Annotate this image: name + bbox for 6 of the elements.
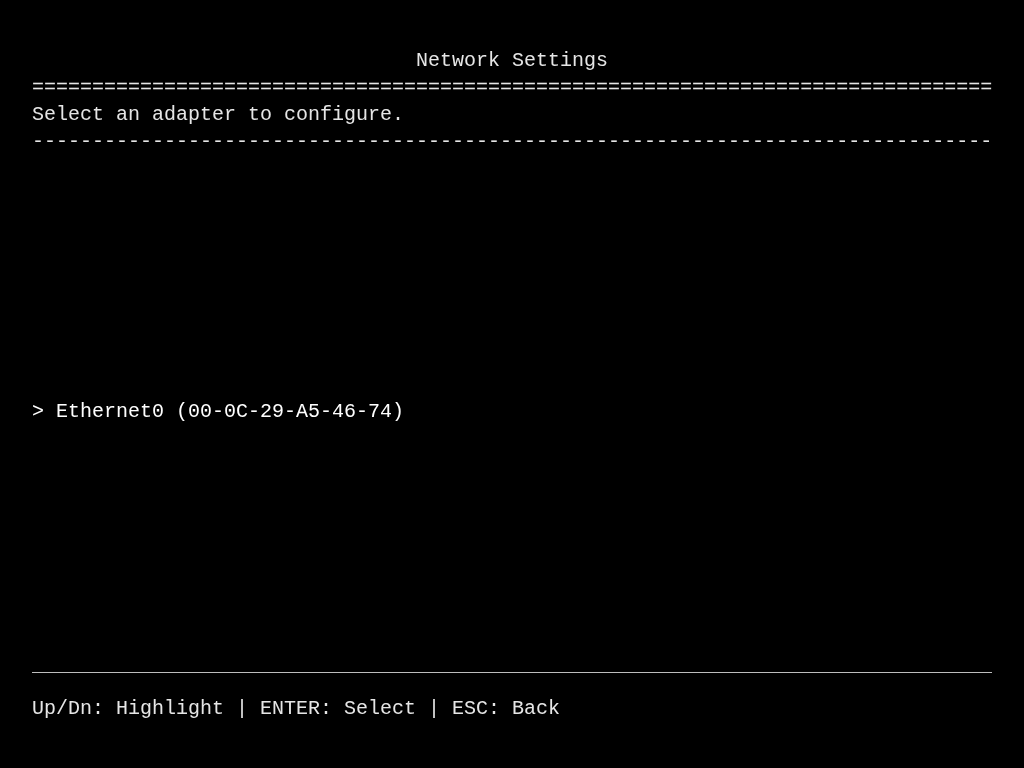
double-rule: ================================================================================ <box>32 75 993 101</box>
instruction-text: Select an adapter to configure. <box>32 102 405 128</box>
screen-title: Network Settings <box>416 48 608 74</box>
adapter-item[interactable]: > Ethernet0 (00-0C-29-A5-46-74) <box>32 398 405 425</box>
dashed-rule: -------------------------------------------------------------------------------- <box>32 129 993 155</box>
key-hints: Up/Dn: Highlight | ENTER: Select | ESC: Back <box>32 696 561 722</box>
